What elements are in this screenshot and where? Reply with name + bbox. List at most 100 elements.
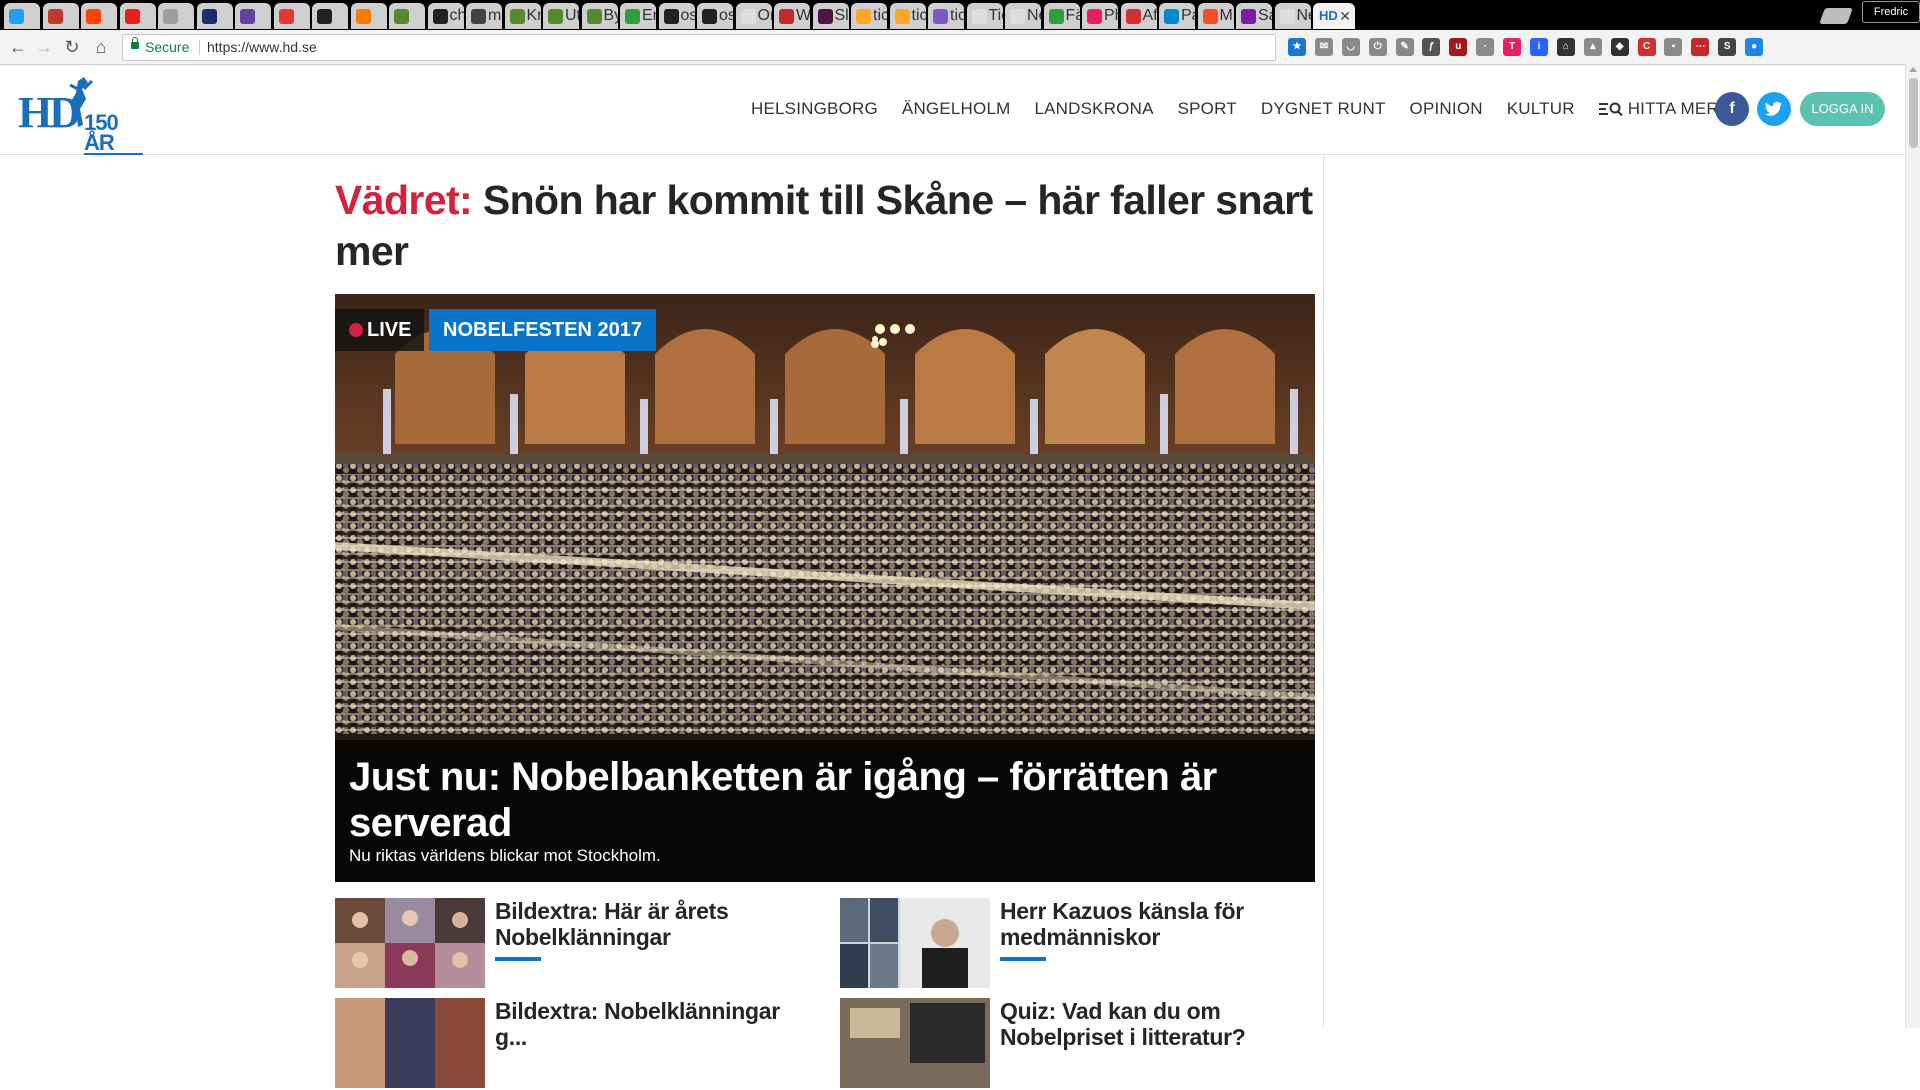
browser-tab[interactable]: New: [1274, 3, 1311, 29]
url-text[interactable]: https://www.hd.se: [207, 35, 317, 60]
camera-icon[interactable]: ●: [1745, 38, 1764, 56]
hero-article[interactable]: LIVE NOBELFESTEN 2017 Just nu: Nobelbank…: [335, 294, 1315, 882]
bookmark-star-icon[interactable]: ★: [1288, 38, 1306, 56]
nav-item-sport[interactable]: SPORT: [1178, 99, 1237, 119]
weather-headline[interactable]: Vädret: Snön har kommit till Skåne – här…: [335, 175, 1315, 277]
chat-icon[interactable]: ▪: [1664, 38, 1683, 56]
browser-tab[interactable]: [4, 3, 40, 29]
nav-item-hitta-mer[interactable]: HITTA MER: [1598, 99, 1719, 119]
shield-icon[interactable]: ◆: [1610, 38, 1629, 56]
browser-tab[interactable]: ch: [427, 3, 464, 29]
browser-tab-strip: ch mc Kn Utv By En os os On Wi Sla tic tic tic Tic New …: [0, 0, 1920, 30]
close-tab-icon[interactable]: ✕: [1339, 3, 1351, 29]
browser-tab[interactable]: Aft: [1120, 3, 1157, 29]
nav-item-angelholm[interactable]: ÄNGELHOLM: [902, 99, 1011, 119]
address-bar[interactable]: Secure https://www.hd.se: [122, 34, 1276, 61]
browser-tab[interactable]: [350, 3, 387, 29]
cors-icon[interactable]: C: [1637, 38, 1656, 56]
reload-icon[interactable]: ↻: [62, 37, 82, 57]
browser-tab[interactable]: By: [581, 3, 618, 29]
power-icon[interactable]: ⏻: [1368, 38, 1387, 56]
ublock-icon[interactable]: u: [1449, 38, 1468, 56]
teaser-card[interactable]: Bildextra: Nobelklänningar g...: [335, 998, 805, 1090]
browser-tab[interactable]: [119, 3, 156, 29]
tab-favicon-icon: [471, 9, 486, 24]
twitter-icon[interactable]: [1757, 92, 1791, 126]
browser-tab[interactable]: [389, 3, 425, 29]
browser-tab[interactable]: os: [697, 3, 733, 29]
browser-tab[interactable]: Fä: [1043, 3, 1080, 29]
mail-icon[interactable]: ✉: [1314, 38, 1333, 56]
back-icon[interactable]: ←: [8, 37, 28, 57]
browser-tab[interactable]: [196, 3, 233, 29]
tab-favicon-icon: [971, 9, 987, 24]
browser-tab[interactable]: [42, 3, 79, 29]
dots-icon[interactable]: ⋯: [1691, 38, 1710, 56]
omnibox-separator: [199, 40, 200, 55]
scrollbar-thumb[interactable]: [1909, 78, 1918, 148]
browser-tab[interactable]: Sla: [812, 3, 849, 29]
browser-tab[interactable]: On: [735, 3, 772, 29]
section-badge[interactable]: NOBELFESTEN 2017: [429, 309, 656, 351]
nav-item-helsingborg[interactable]: HELSINGBORG: [751, 99, 878, 119]
tab-favicon-icon: [201, 9, 217, 24]
facebook-icon[interactable]: f: [1715, 92, 1749, 126]
home-icon[interactable]: ⌂: [91, 37, 111, 57]
browser-tab[interactable]: En: [620, 3, 656, 29]
teaser-card[interactable]: Bildextra: Här är årets Nobelklänningar: [335, 898, 805, 990]
hero-title[interactable]: Just nu: Nobelbanketten är igång – förrä…: [349, 754, 1289, 846]
teaser-card[interactable]: Herr Kazuos känsla för medmänniskor: [840, 898, 1310, 990]
hat-icon[interactable]: ⌂: [1556, 38, 1575, 56]
browser-tab[interactable]: tic: [928, 3, 964, 29]
t-icon[interactable]: T: [1503, 38, 1522, 56]
live-dot-icon: [349, 323, 363, 337]
browser-tab[interactable]: mc: [466, 3, 502, 29]
login-button[interactable]: LOGGA IN: [1800, 92, 1885, 126]
tab-title: tic: [873, 7, 887, 24]
pen-icon[interactable]: ✎: [1395, 38, 1414, 56]
tab-favicon-icon: [779, 9, 794, 24]
new-tab-button[interactable]: [1819, 8, 1853, 24]
browser-tab[interactable]: [81, 3, 117, 29]
browser-tab[interactable]: Mi: [1197, 3, 1234, 29]
nav-item-landskrona[interactable]: LANDSKRONA: [1034, 99, 1153, 119]
nav-item-kultur[interactable]: KULTUR: [1507, 99, 1575, 119]
ghost-icon[interactable]: ·: [1476, 38, 1495, 56]
browser-tab-active[interactable]: HD ✕: [1313, 3, 1355, 29]
tab-favicon-icon: [817, 9, 833, 24]
triangle-icon[interactable]: ▲: [1583, 38, 1602, 56]
browser-tab[interactable]: [312, 3, 348, 29]
forward-icon[interactable]: →: [34, 37, 54, 57]
browser-tab[interactable]: Ph: [1082, 3, 1118, 29]
hd-150-logo[interactable]: HD 150 ÅR: [18, 75, 143, 155]
browser-tab[interactable]: Pa: [1159, 3, 1195, 29]
browser-tab[interactable]: [158, 3, 194, 29]
teaser-thumbnail: [840, 998, 990, 1088]
page-scrollbar[interactable]: [1905, 64, 1920, 1028]
browser-tab[interactable]: os: [658, 3, 695, 29]
browser-tab[interactable]: tic: [889, 3, 926, 29]
s-icon[interactable]: S: [1718, 38, 1737, 56]
browser-tab[interactable]: tic: [851, 3, 887, 29]
profile-button[interactable]: Fredric: [1862, 1, 1920, 23]
tab-title: os: [719, 7, 733, 24]
browser-tab[interactable]: Wi: [774, 3, 810, 29]
info-icon[interactable]: i: [1530, 38, 1549, 56]
formula-icon[interactable]: ƒ: [1422, 38, 1441, 56]
teaser-card[interactable]: Quiz: Vad kan du om Nobelpriset i litter…: [840, 998, 1310, 1090]
pocket-icon[interactable]: ◡: [1341, 38, 1360, 56]
browser-tab[interactable]: [273, 3, 310, 29]
browser-tab[interactable]: [235, 3, 271, 29]
secure-label: Secure: [145, 39, 190, 55]
tab-favicon-icon: [740, 9, 756, 24]
browser-tab[interactable]: Sa: [1236, 3, 1272, 29]
nav-item-opinion[interactable]: OPINION: [1410, 99, 1483, 119]
nav-item-dygnet-runt[interactable]: DYGNET RUNT: [1261, 99, 1386, 119]
browser-tab[interactable]: Kn: [504, 3, 541, 29]
scroll-up-arrow-icon[interactable]: [1909, 67, 1917, 72]
tab-title: Tic: [988, 7, 1003, 24]
browser-tab[interactable]: Utv: [543, 3, 579, 29]
browser-tab[interactable]: Tic: [966, 3, 1003, 29]
twitter-bird-icon: [1765, 101, 1782, 116]
browser-tab[interactable]: New T: [1005, 3, 1041, 29]
